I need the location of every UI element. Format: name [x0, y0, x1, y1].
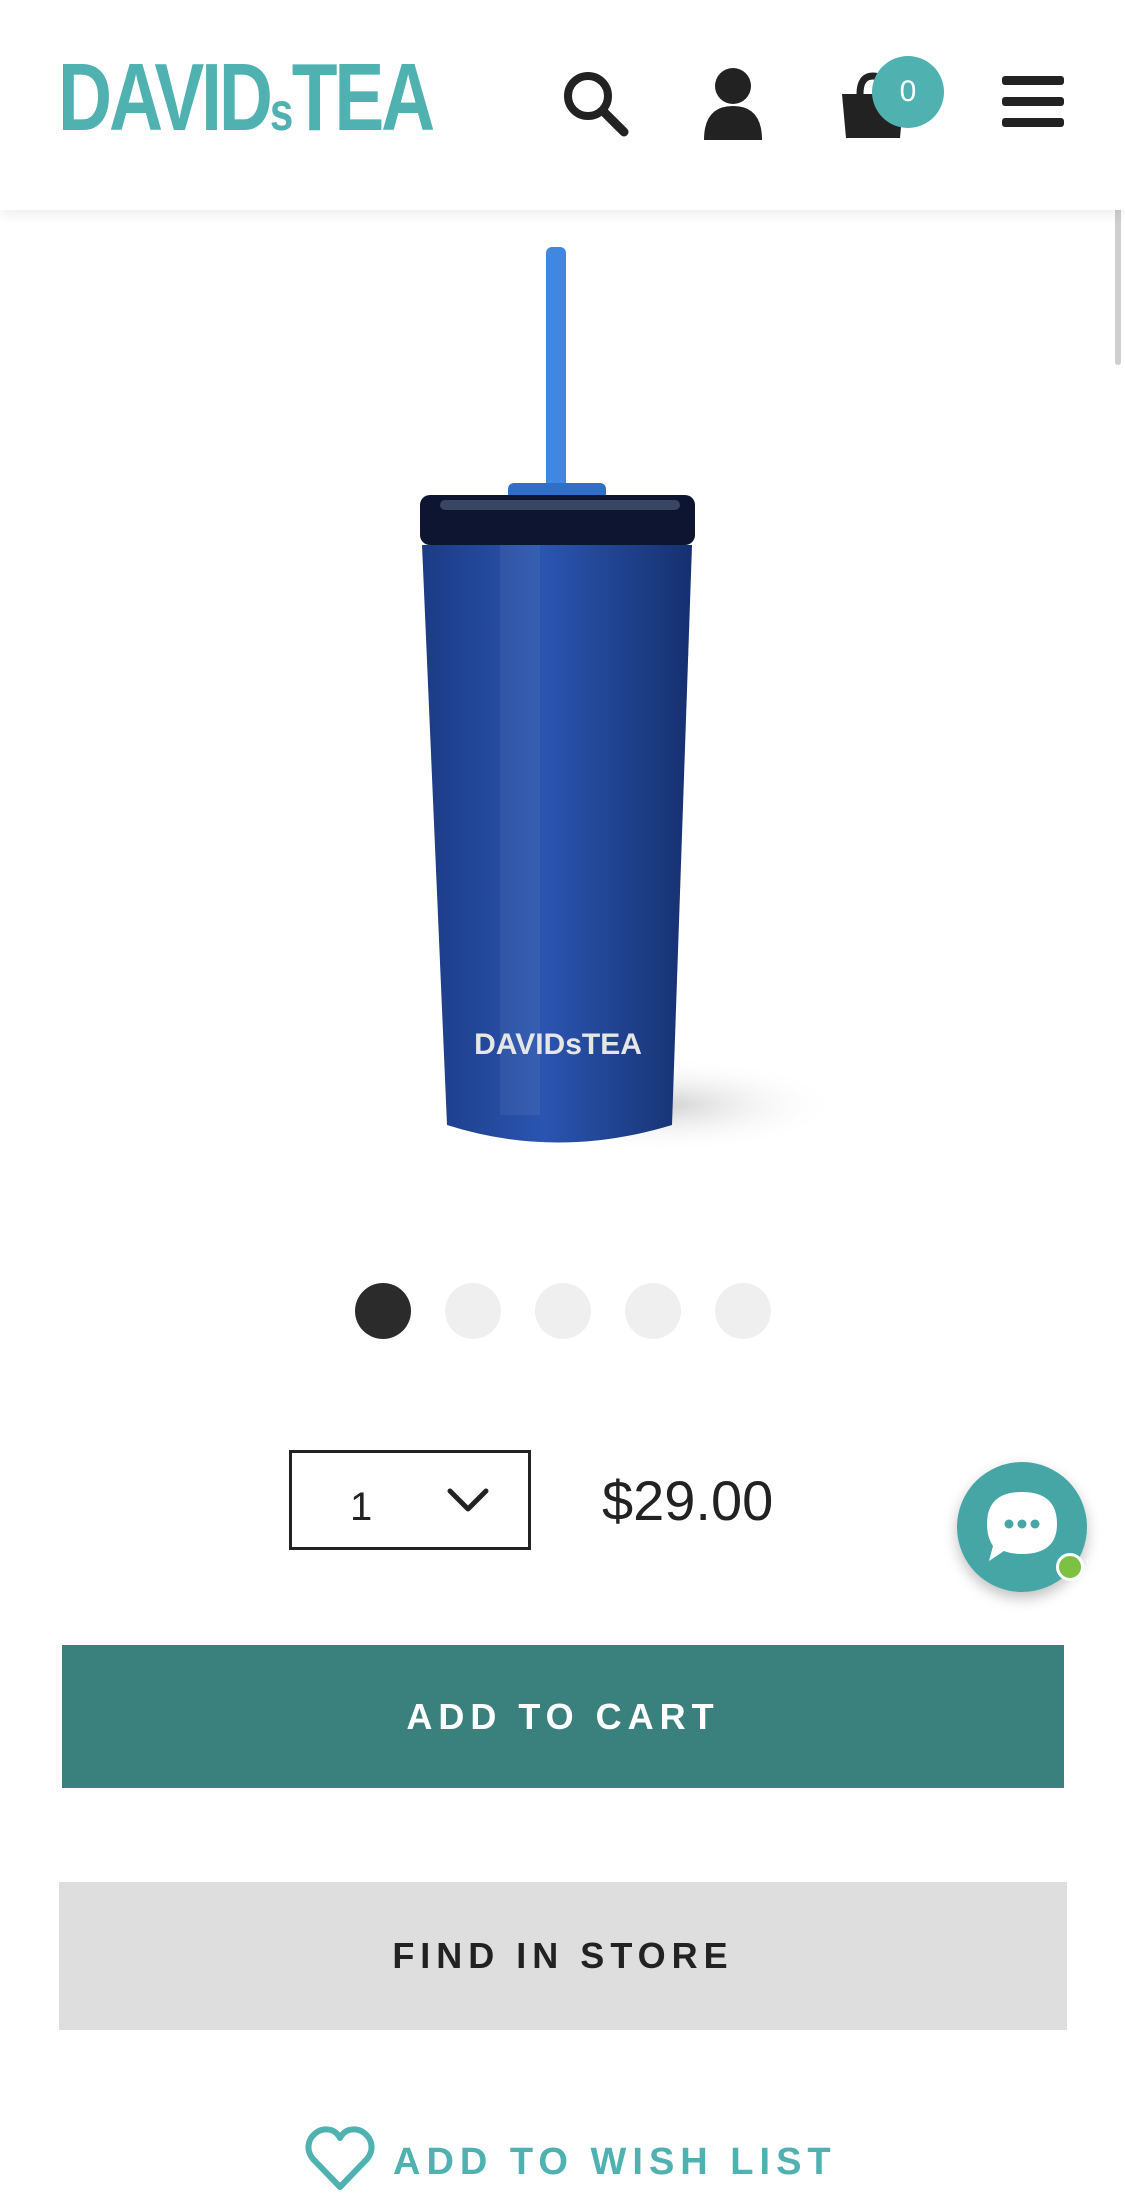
product-price: $29.00 [602, 1469, 774, 1532]
quantity-select[interactable]: 1 [289, 1450, 531, 1550]
carousel-dots [0, 1283, 1125, 1339]
carousel-dot-4[interactable] [625, 1283, 681, 1339]
product-image: DAVIDsTEA [0, 225, 1125, 1185]
cart-count-badge: 0 [872, 56, 944, 128]
logo-part-tea: TEA [291, 44, 436, 151]
logo-part-s: s [269, 82, 293, 142]
chevron-down-icon [446, 1481, 490, 1526]
logo-part-david: DAVID [58, 44, 273, 151]
site-header: DAVIDsTEA 0 [0, 0, 1125, 210]
add-to-wish-list-link[interactable]: ADD TO WISH LIST [305, 2125, 837, 2191]
quantity-value: 1 [350, 1485, 373, 1529]
account-icon[interactable] [700, 66, 766, 140]
carousel-dot-3[interactable] [535, 1283, 591, 1339]
carousel-dot-5[interactable] [715, 1283, 771, 1339]
tumbler-logo: DAVIDsTEA [474, 1028, 642, 1061]
heart-icon [305, 2125, 375, 2196]
search-icon[interactable] [560, 68, 630, 138]
add-to-cart-button[interactable]: ADD TO CART [62, 1645, 1064, 1788]
brand-logo[interactable]: DAVIDsTEA [58, 50, 435, 146]
carousel-dot-2[interactable] [445, 1283, 501, 1339]
carousel-dot-1[interactable] [355, 1283, 411, 1339]
menu-icon[interactable] [1000, 74, 1066, 130]
wish-list-label: ADD TO WISH LIST [393, 2141, 837, 2183]
find-in-store-button[interactable]: FIND IN STORE [59, 1882, 1067, 2030]
online-status-dot [1056, 1553, 1084, 1581]
